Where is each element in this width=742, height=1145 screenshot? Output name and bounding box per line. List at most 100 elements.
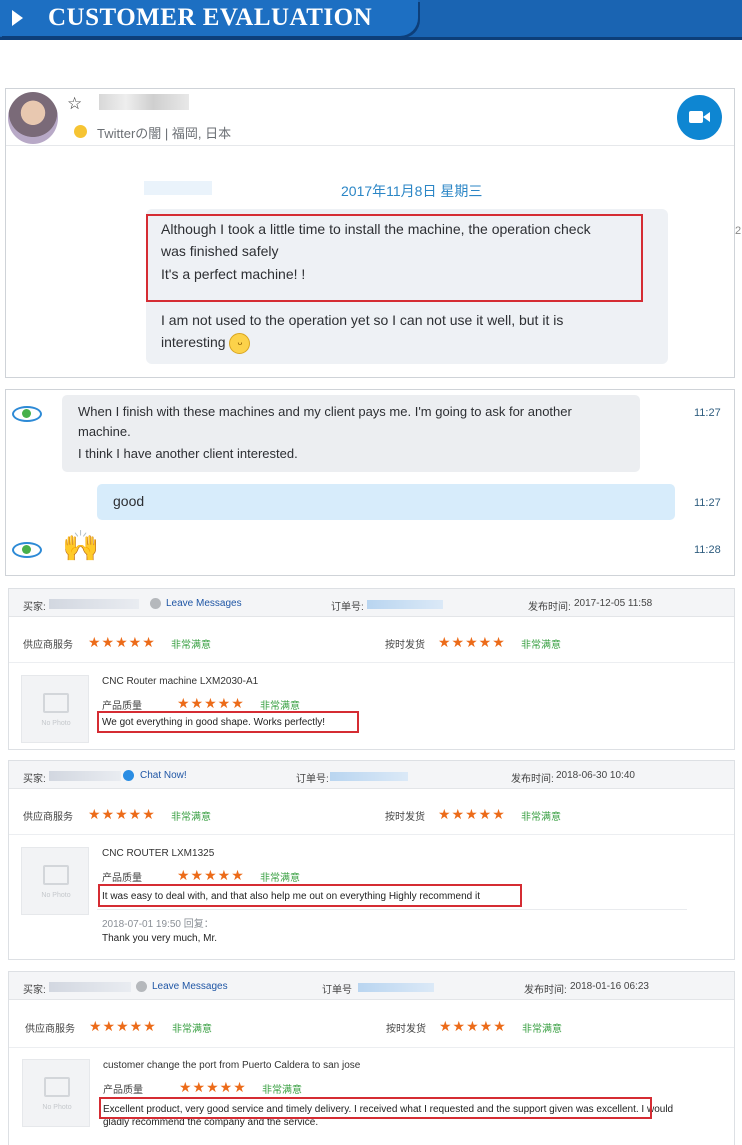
review-header: 买家: Chat Now! 订单号: 发布时间: 2018-06-30 10:4… xyxy=(9,761,734,789)
message-line: machine. xyxy=(78,424,131,439)
chat-now-link[interactable]: Chat Now! xyxy=(140,770,187,781)
supplier-service-label: 供应商服务 xyxy=(23,812,73,823)
product-name[interactable]: CNC ROUTER LXM1325 xyxy=(102,848,214,859)
review-header: 买家: Leave Messages 订单号: 发布时间: 2017-12-05… xyxy=(9,589,734,617)
rating-text: 非常满意 xyxy=(172,1024,212,1035)
chat-panel-2: When I finish with these machines and my… xyxy=(5,389,735,576)
on-time-label: 按时发货 xyxy=(385,640,425,651)
rating-text: 非常满意 xyxy=(260,701,300,712)
avatar[interactable] xyxy=(8,92,58,144)
rating-stars: ★★★★★ xyxy=(438,634,506,650)
rating-text: 非常满意 xyxy=(171,640,211,651)
buyer-label: 买家: xyxy=(23,602,46,613)
highlight-box xyxy=(99,1097,652,1119)
published-time: 2018-06-30 10:40 xyxy=(556,770,635,781)
reply-text: Thank you very much, Mr. xyxy=(102,933,218,944)
company-logo-icon xyxy=(12,406,42,422)
leave-messages-link[interactable]: Leave Messages xyxy=(152,981,228,992)
no-photo-text: No Photo xyxy=(41,720,71,727)
review-card: 买家: Chat Now! 订单号: 发布时间: 2018-06-30 10:4… xyxy=(8,760,735,960)
published-time: 2017-12-05 11:58 xyxy=(574,598,653,609)
blurred-bar xyxy=(144,181,212,195)
blurred-order-number xyxy=(330,772,408,781)
blurred-order-number xyxy=(367,600,443,609)
order-label: 订单号: xyxy=(296,774,329,785)
blurred-buyer xyxy=(49,982,131,992)
product-photo: No Photo xyxy=(22,1059,90,1127)
camera-icon xyxy=(689,111,703,123)
quality-label: 产品质量 xyxy=(102,701,142,712)
chat-panel-1: ☆ Twitterの闇 | 福岡, 日本 2017年11月8日 星期三 Alth… xyxy=(5,88,741,378)
message-icon xyxy=(150,598,161,609)
message-line: I am not used to the operation yet so I … xyxy=(161,312,564,328)
supplier-service-label: 供应商服务 xyxy=(25,1024,75,1035)
arrow-icon xyxy=(12,10,23,26)
product-photo: No Photo xyxy=(21,847,89,915)
on-time-label: 按时发货 xyxy=(386,1024,426,1035)
rating-stars: ★★★★★ xyxy=(439,1018,507,1034)
product-name[interactable]: CNC Router machine LXM2030-A1 xyxy=(102,676,258,687)
star-icon[interactable]: ☆ xyxy=(67,94,82,114)
message-time: 11:27 xyxy=(694,497,721,509)
divider xyxy=(9,1047,734,1048)
divider xyxy=(97,909,687,910)
divider xyxy=(9,662,734,663)
published-time: 2018-01-16 06:23 xyxy=(570,981,649,992)
smile-emoji-icon: ᵕ xyxy=(229,332,251,354)
no-photo-text: No Photo xyxy=(42,1104,72,1111)
rating-stars: ★★★★★ xyxy=(177,867,245,883)
supplier-service-label: 供应商服务 xyxy=(23,640,73,651)
clock-icon xyxy=(74,125,87,138)
message-time: 11:27 xyxy=(694,407,721,419)
raised-hands-icon: 🙌 xyxy=(62,530,100,563)
video-call-button[interactable] xyxy=(677,95,722,140)
order-label: 订单号 xyxy=(322,985,352,996)
image-icon xyxy=(43,865,69,885)
message-text: good xyxy=(113,493,145,509)
divider xyxy=(9,834,734,835)
rating-stars: ★★★★★ xyxy=(88,806,156,822)
company-logo-icon xyxy=(12,542,42,558)
message-line: interesting ᵕ xyxy=(161,331,641,354)
side-mark: 2 xyxy=(735,225,742,237)
review-card: 买家: Leave Messages 订单号: 发布时间: 2017-12-05… xyxy=(8,588,735,750)
message-text: interesting xyxy=(161,334,226,350)
quality-label: 产品质量 xyxy=(102,873,142,884)
chat-icon xyxy=(123,770,134,781)
product-name[interactable]: customer change the port from Puerto Cal… xyxy=(103,1060,360,1071)
review-card: 买家: Leave Messages 订单号 发布时间: 2018-01-16 … xyxy=(8,971,735,1145)
image-icon xyxy=(44,1077,70,1097)
product-photo: No Photo xyxy=(21,675,89,743)
review-header: 买家: Leave Messages 订单号 发布时间: 2018-01-16 … xyxy=(9,972,734,1000)
buyer-label: 买家: xyxy=(23,985,46,996)
chat-date: 2017年11月8日 星期三 xyxy=(341,183,483,199)
chat-header: ☆ Twitterの闇 | 福岡, 日本 xyxy=(6,89,734,146)
order-label: 订单号: xyxy=(331,602,364,613)
published-label: 发布时间: xyxy=(528,602,571,613)
message-icon xyxy=(136,981,147,992)
section-title: CUSTOMER EVALUATION xyxy=(48,4,373,31)
rating-text: 非常满意 xyxy=(521,812,561,823)
buyer-label: 买家: xyxy=(23,774,46,785)
blurred-buyer xyxy=(49,771,121,781)
rating-text: 非常满意 xyxy=(262,1085,302,1096)
rating-text: 非常满意 xyxy=(522,1024,562,1035)
section-banner: CUSTOMER EVALUATION xyxy=(0,0,742,44)
leave-messages-link[interactable]: Leave Messages xyxy=(166,598,242,609)
user-location: Twitterの闇 | 福岡, 日本 xyxy=(97,126,232,141)
published-label: 发布时间: xyxy=(524,985,567,996)
no-photo-text: No Photo xyxy=(41,892,71,899)
image-icon xyxy=(43,693,69,713)
message-time: 11:28 xyxy=(694,544,721,556)
quality-label: 产品质量 xyxy=(103,1085,143,1096)
blurred-buyer xyxy=(49,599,139,609)
published-label: 发布时间: xyxy=(511,774,554,785)
rating-text: 非常满意 xyxy=(521,640,561,651)
highlight-box xyxy=(146,214,643,302)
rating-text: 非常满意 xyxy=(260,873,300,884)
on-time-label: 按时发货 xyxy=(385,812,425,823)
rating-stars: ★★★★★ xyxy=(179,1079,247,1095)
blurred-order-number xyxy=(358,983,434,992)
highlight-box xyxy=(98,884,522,907)
rating-stars: ★★★★★ xyxy=(177,695,245,711)
